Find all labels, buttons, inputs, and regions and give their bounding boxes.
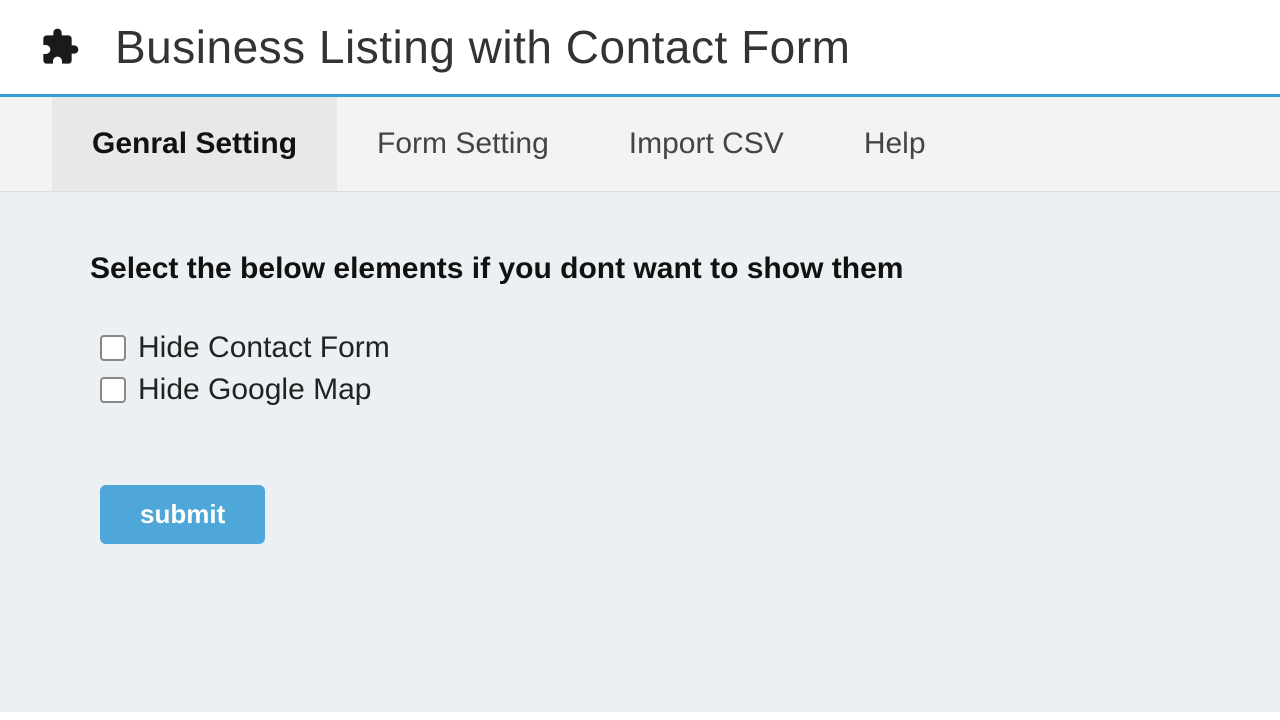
- tab-general-setting[interactable]: Genral Setting: [52, 97, 337, 191]
- tab-help[interactable]: Help: [824, 97, 966, 191]
- page-title: Business Listing with Contact Form: [115, 20, 850, 74]
- section-heading: Select the below elements if you dont wa…: [90, 252, 1190, 286]
- puzzle-icon: [40, 27, 80, 67]
- checkbox-hide-google-map-row[interactable]: Hide Google Map: [100, 373, 1190, 407]
- tabs-nav: Genral Setting Form Setting Import CSV H…: [0, 97, 1280, 192]
- checkbox-hide-contact-form-label: Hide Contact Form: [138, 331, 390, 365]
- checkbox-hide-google-map-label: Hide Google Map: [138, 373, 371, 407]
- tab-import-csv[interactable]: Import CSV: [589, 97, 824, 191]
- checkbox-hide-contact-form[interactable]: [100, 335, 126, 361]
- tab-form-setting[interactable]: Form Setting: [337, 97, 589, 191]
- checkbox-hide-google-map[interactable]: [100, 377, 126, 403]
- content-panel: Select the below elements if you dont wa…: [0, 192, 1280, 712]
- page-header: Business Listing with Contact Form: [0, 0, 1280, 97]
- checkbox-hide-contact-form-row[interactable]: Hide Contact Form: [100, 331, 1190, 365]
- submit-button[interactable]: submit: [100, 485, 265, 544]
